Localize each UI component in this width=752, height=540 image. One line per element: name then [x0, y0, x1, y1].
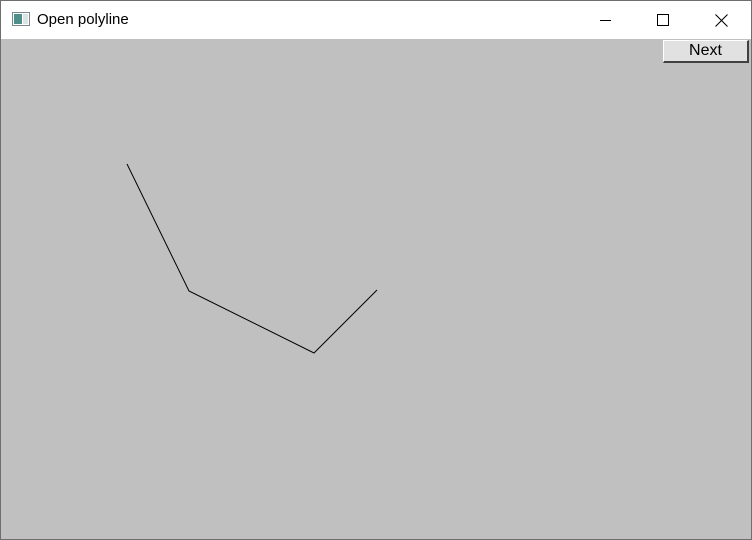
drawing-area: Next [1, 39, 751, 539]
maximize-icon [657, 14, 669, 26]
close-button[interactable] [692, 1, 750, 39]
window-title: Open polyline [37, 11, 129, 28]
close-icon [714, 13, 728, 27]
next-button[interactable]: Next [663, 40, 749, 63]
title-bar[interactable]: Open polyline [1, 1, 751, 39]
open-polyline [126, 163, 378, 354]
minimize-button[interactable] [576, 1, 634, 39]
window-app-icon [12, 12, 30, 26]
app-window: Open polyline Next [0, 0, 752, 540]
minimize-icon [599, 14, 611, 26]
polyline-canvas [126, 163, 378, 354]
maximize-button[interactable] [634, 1, 692, 39]
